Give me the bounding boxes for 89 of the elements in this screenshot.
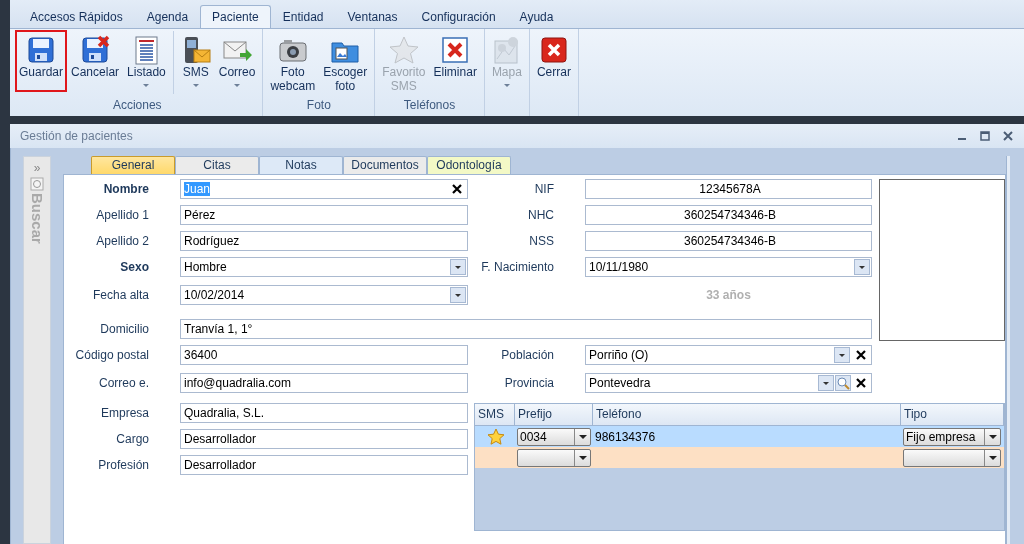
input-field[interactable]: 36400 (180, 345, 468, 365)
field-label: Profesión (97, 457, 150, 474)
menu-tab[interactable]: Paciente (200, 5, 271, 28)
clear-icon (451, 183, 463, 195)
menu-tab[interactable]: Ventanas (335, 5, 410, 28)
save-cancel-icon (80, 35, 111, 65)
field-label: Apellido 2 (95, 233, 150, 250)
ribbon-button[interactable]: Eliminar (429, 30, 481, 92)
input-field[interactable]: Quadralia, S.L. (180, 403, 468, 423)
save-icon (26, 35, 56, 65)
dropdown-button[interactable] (818, 375, 834, 391)
sidebar-label: Buscar (28, 193, 48, 244)
age-text: 33 años (705, 287, 752, 304)
minimize-icon (958, 138, 966, 140)
field-label: Cargo (115, 431, 150, 448)
window-title: Gestión de pacientes (20, 128, 134, 145)
input-field[interactable]: 12345678A (585, 179, 872, 199)
ribbon-button[interactable]: Foto webcam (266, 30, 320, 95)
input-field[interactable]: 10/02/2014 (180, 285, 468, 305)
table-row[interactable]: 0034 986134376 Fijo empresa (475, 426, 1004, 447)
type-dropdown[interactable] (903, 448, 1001, 467)
ribbon-button[interactable]: Cerrar (532, 30, 575, 92)
field-label: Correo e. (97, 375, 150, 392)
tab[interactable]: General (91, 156, 175, 174)
ribbon-button[interactable]: SMS (176, 30, 215, 92)
prefix-dropdown[interactable]: 0034 (517, 427, 591, 446)
type-dropdown[interactable]: Fijo empresa (903, 427, 1001, 446)
column-header[interactable]: Teléfono (593, 404, 901, 425)
tab[interactable]: Notas (259, 156, 343, 174)
dropdown-button[interactable] (854, 259, 870, 275)
ribbon-button[interactable]: Guardar (15, 30, 68, 92)
table-row[interactable] (475, 447, 1004, 468)
clear-icon (855, 377, 867, 389)
group-label: Teléfonos (402, 97, 457, 114)
group-label: Foto (305, 97, 332, 114)
tab[interactable]: Documentos (343, 156, 427, 174)
menu-tab[interactable]: Accesos Rápidos (18, 5, 135, 28)
column-header[interactable]: Tipo (901, 404, 1004, 425)
field-label: NIF (533, 181, 555, 198)
field-label: Domicilio (99, 321, 150, 338)
menu-tab[interactable]: Configuración (409, 5, 508, 28)
field-label: Empresa (99, 405, 150, 422)
close-icon (538, 35, 569, 65)
input-field[interactable]: Hombre (180, 257, 468, 277)
input-field[interactable]: Pérez (180, 205, 468, 225)
field-label: Sexo (119, 259, 150, 276)
menu-tab[interactable]: Entidad (270, 5, 336, 28)
input-field[interactable]: Desarrollador (180, 429, 468, 449)
input-field[interactable]: 10/11/1980 (585, 257, 872, 277)
delete-icon (440, 35, 471, 65)
input-field[interactable]: 360254734346-B (585, 231, 872, 251)
dropdown-button[interactable] (450, 287, 466, 303)
menu-tab[interactable]: Agenda (134, 5, 201, 28)
ribbon-button[interactable]: Escoger foto (319, 30, 372, 95)
field-label: F. Nacimiento (480, 259, 555, 276)
table-cell-text: 986134376 (594, 428, 657, 446)
field-label: NHC (527, 207, 555, 224)
field-label: Apellido 1 (95, 207, 150, 224)
close-icon (1001, 130, 1015, 142)
input-field[interactable]: Pontevedra (585, 373, 872, 393)
ribbon-button[interactable]: Cancelar (67, 30, 124, 92)
search-icon (30, 177, 44, 191)
input-field[interactable]: Tranvía 1, 1° (180, 319, 872, 339)
tab[interactable]: Odontología (427, 156, 511, 174)
dropdown-button[interactable] (834, 347, 850, 363)
clear-icon (855, 349, 867, 361)
field-label: Fecha alta (91, 287, 150, 304)
field-label: Nombre (102, 181, 150, 198)
input-field[interactable]: Rodríguez (180, 231, 468, 251)
input-field[interactable]: Porriño (O) (585, 345, 872, 365)
column-header[interactable]: SMS (475, 404, 515, 425)
group-label: Acciones (111, 97, 163, 114)
search-icon (835, 375, 851, 391)
field-label: Provincia (503, 375, 555, 392)
field-label: Población (500, 347, 555, 364)
field-label: NSS (528, 233, 555, 250)
prefix-dropdown[interactable] (517, 448, 591, 467)
dropdown-button[interactable] (450, 259, 466, 275)
input-field[interactable]: 360254734346-B (585, 205, 872, 225)
menu-tab[interactable]: Ayuda (507, 5, 566, 28)
field-label: Código postal (74, 347, 150, 364)
tab[interactable]: Citas (175, 156, 259, 174)
restore-icon (978, 130, 992, 142)
input-field[interactable]: Desarrollador (180, 455, 468, 475)
star-icon (388, 35, 419, 65)
ribbon-button[interactable]: Listado (123, 30, 170, 92)
column-header[interactable]: Prefijo (515, 404, 593, 425)
input-field[interactable]: info@quadralia.com (180, 373, 468, 393)
ribbon-button[interactable]: Correo (214, 30, 260, 92)
